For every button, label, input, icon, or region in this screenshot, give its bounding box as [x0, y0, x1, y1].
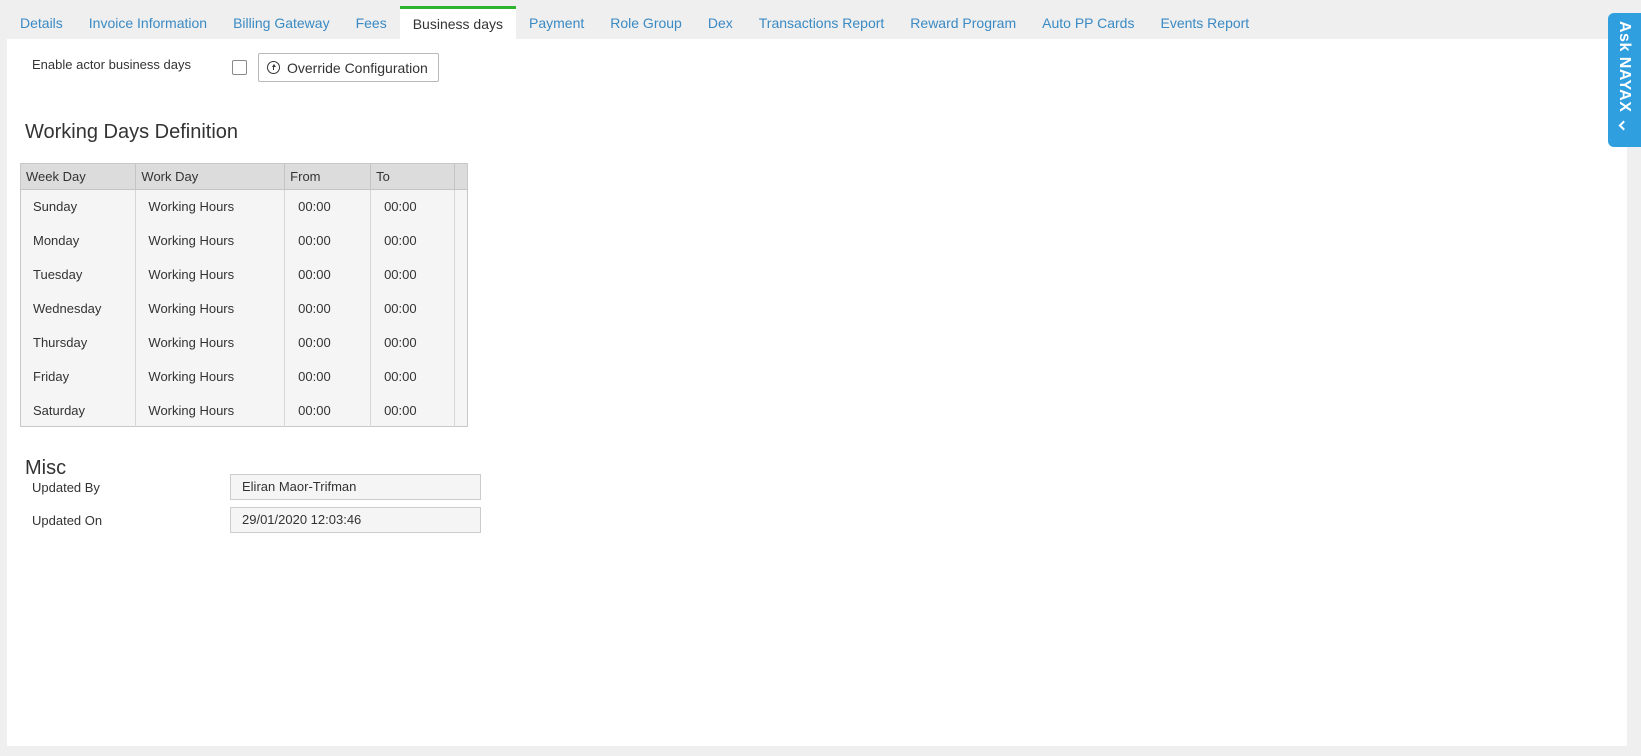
to-time-cell: 00:00 [370, 257, 455, 291]
to-time-cell: 00:00 [370, 223, 455, 257]
from-time-cell: 00:00 [284, 291, 372, 325]
work-day-cell: Working Hours [135, 223, 286, 257]
row-spacer-cell [455, 189, 468, 223]
tab-auto-pp-cards[interactable]: Auto PP Cards [1029, 7, 1147, 39]
work-day-cell: Working Hours [135, 359, 286, 393]
to-time-cell: 00:00 [370, 291, 455, 325]
table-row[interactable]: Thursday Working Hours 00:00 00:00 [21, 325, 467, 359]
misc-title: Misc [25, 457, 67, 479]
to-time-cell: 00:00 [370, 189, 455, 223]
week-day-cell: Tuesday [21, 257, 137, 291]
row-spacer-cell [455, 223, 468, 257]
work-day-cell: Working Hours [135, 291, 286, 325]
work-day-cell: Working Hours [135, 257, 286, 291]
working-days-grid: Week Day Work Day From To Sunday Working … [20, 163, 468, 427]
from-time-cell: 00:00 [284, 325, 372, 359]
work-day-cell: Working Hours [135, 393, 286, 427]
tab-role-group[interactable]: Role Group [597, 7, 695, 39]
ask-nayax-tab[interactable]: Ask NAYAX [1608, 13, 1641, 147]
from-time-cell: 00:00 [284, 223, 372, 257]
work-day-cell: Working Hours [135, 189, 286, 223]
tab-business-days[interactable]: Business days [399, 6, 516, 39]
updated-on-label: Updated On [32, 513, 103, 528]
work-day-cell: Working Hours [135, 325, 286, 359]
row-spacer-cell [455, 325, 468, 359]
table-row[interactable]: Saturday Working Hours 00:00 00:00 [21, 393, 467, 427]
row-spacer-cell [455, 393, 468, 427]
tab-events-report[interactable]: Events Report [1147, 7, 1262, 39]
column-header-from[interactable]: From [284, 164, 372, 190]
ask-nayax-label: Ask NAYAX [1616, 21, 1633, 113]
business-days-panel: Enable actor business days Override Conf… [7, 39, 1627, 746]
tab-bar: Details Invoice Information Billing Gatewa… [7, 0, 1641, 39]
row-spacer-cell [455, 257, 468, 291]
table-row[interactable]: Friday Working Hours 00:00 00:00 [21, 359, 467, 393]
week-day-cell: Monday [21, 223, 137, 257]
updated-by-label: Updated By [32, 480, 100, 495]
to-time-cell: 00:00 [370, 359, 455, 393]
row-spacer-cell [455, 359, 468, 393]
from-time-cell: 00:00 [284, 257, 372, 291]
tab-invoice-information[interactable]: Invoice Information [76, 7, 220, 39]
tab-reward-program[interactable]: Reward Program [897, 7, 1029, 39]
grid-header-row: Week Day Work Day From To [21, 164, 467, 190]
to-time-cell: 00:00 [370, 393, 455, 427]
enable-business-days-checkbox[interactable] [232, 60, 247, 75]
from-time-cell: 00:00 [284, 189, 372, 223]
week-day-cell: Wednesday [21, 291, 137, 325]
column-header-spacer [454, 164, 467, 190]
chevron-left-icon [1618, 120, 1629, 131]
to-time-cell: 00:00 [370, 325, 455, 359]
table-row[interactable]: Monday Working Hours 00:00 00:00 [21, 223, 467, 257]
column-header-work-day[interactable]: Work Day [135, 164, 286, 190]
override-configuration-label: Override Configuration [287, 59, 428, 76]
row-spacer-cell [455, 291, 468, 325]
week-day-cell: Saturday [21, 393, 137, 427]
tab-fees[interactable]: Fees [343, 7, 400, 39]
week-day-cell: Sunday [21, 189, 137, 223]
working-days-title: Working Days Definition [25, 121, 239, 143]
upload-circle-icon [267, 61, 280, 74]
column-header-to[interactable]: To [370, 164, 455, 190]
tab-transactions-report[interactable]: Transactions Report [746, 7, 898, 39]
table-row[interactable]: Sunday Working Hours 00:00 00:00 [21, 189, 467, 223]
tab-billing-gateway[interactable]: Billing Gateway [220, 7, 343, 39]
updated-by-field: Eliran Maor-Trifman [230, 474, 481, 500]
tab-details[interactable]: Details [7, 7, 76, 39]
column-header-week-day[interactable]: Week Day [21, 164, 137, 190]
week-day-cell: Friday [21, 359, 137, 393]
week-day-cell: Thursday [21, 325, 137, 359]
enable-business-days-label: Enable actor business days [32, 57, 191, 72]
table-row[interactable]: Wednesday Working Hours 00:00 00:00 [21, 291, 467, 325]
from-time-cell: 00:00 [284, 359, 372, 393]
override-configuration-button[interactable]: Override Configuration [258, 53, 439, 82]
tab-payment[interactable]: Payment [516, 7, 597, 39]
table-row[interactable]: Tuesday Working Hours 00:00 00:00 [21, 257, 467, 291]
from-time-cell: 00:00 [284, 393, 372, 427]
updated-on-field: 29/01/2020 12:03:46 [230, 507, 481, 533]
tab-dex[interactable]: Dex [695, 7, 746, 39]
